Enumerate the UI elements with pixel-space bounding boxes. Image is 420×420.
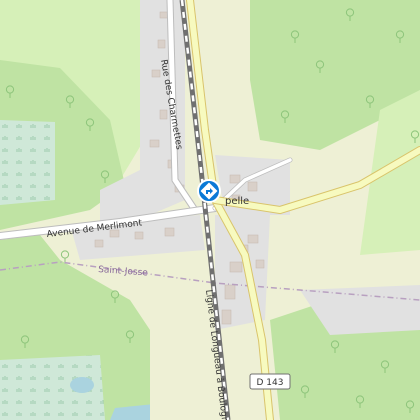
label-chapelle: pelle (225, 196, 249, 207)
road-shield-label: D 143 (257, 378, 284, 388)
pond (70, 377, 94, 393)
map-canvas[interactable]: Rue des Charmettes Avenue de Merlimont S… (0, 0, 420, 420)
directions-marker[interactable] (197, 179, 221, 203)
road-shield-d143: D 143 (249, 373, 291, 390)
map-view[interactable]: Rue des Charmettes Avenue de Merlimont S… (0, 0, 420, 420)
wetland-west (0, 120, 55, 205)
